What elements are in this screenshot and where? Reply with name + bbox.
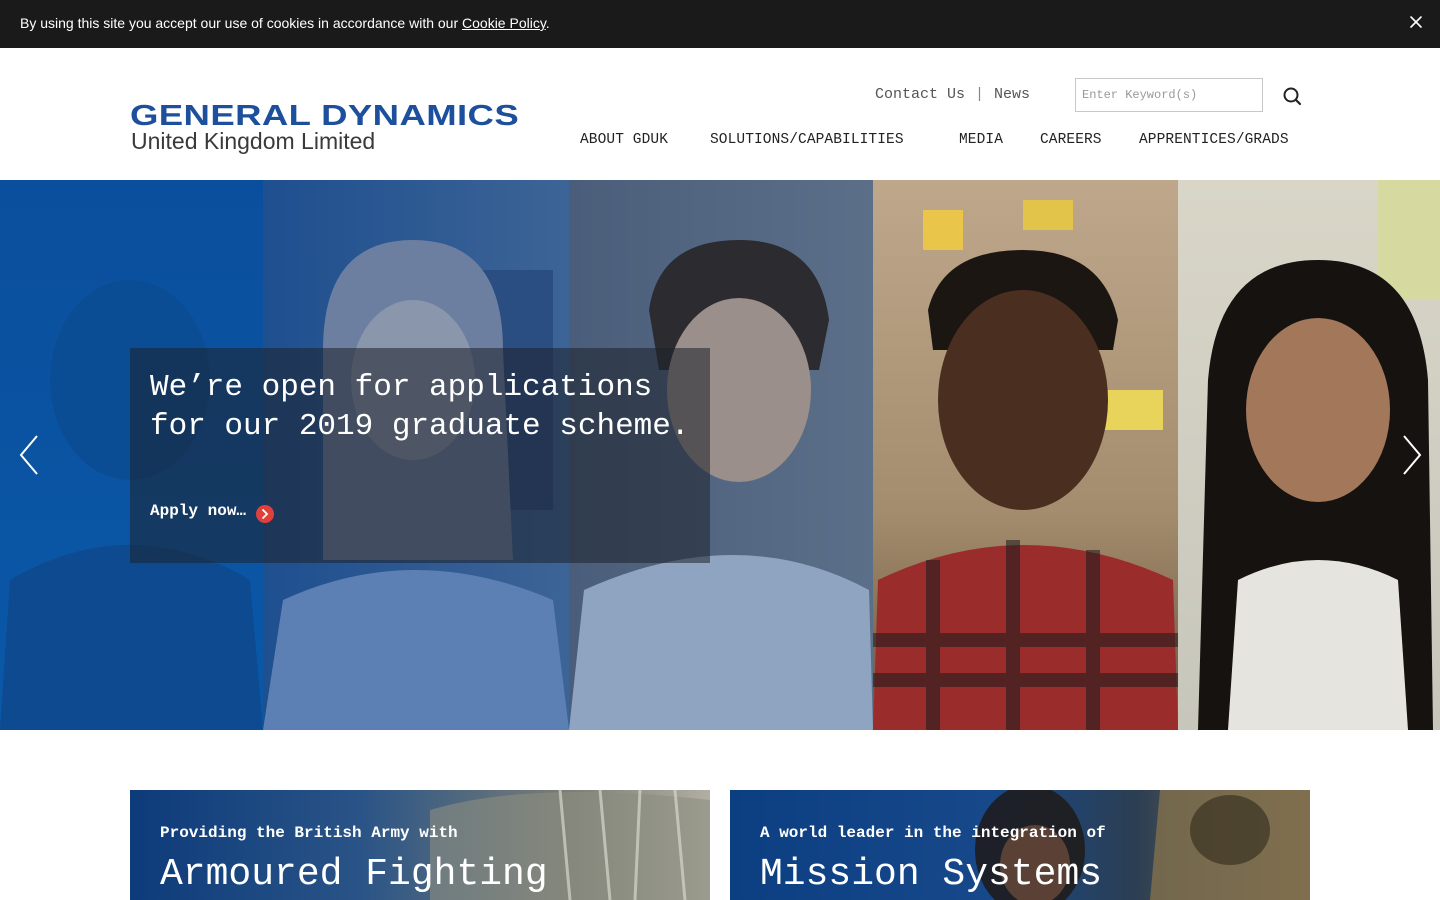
card-kicker: Providing the British Army with (160, 824, 458, 842)
nav-item-solutions-capabilities[interactable]: SOLUTIONS/CAPABILITIES (710, 132, 904, 148)
feature-card-mission-systems[interactable]: A world leader in the integration of Mis… (730, 790, 1310, 900)
card-kicker: A world leader in the integration of (760, 824, 1106, 842)
utility-nav: Contact Us | News (875, 86, 1030, 103)
search-icon[interactable] (1280, 84, 1304, 108)
chevron-right-icon[interactable] (1396, 434, 1426, 476)
nav-item-apprentices-grads[interactable]: APPRENTICES/GRADS (1139, 132, 1289, 148)
chevron-left-icon[interactable] (15, 434, 45, 476)
feature-card-armoured-fighting[interactable]: Providing the British Army with Armoured… (130, 790, 710, 900)
card-title: Mission Systems (760, 853, 1103, 896)
arrow-right-circle-icon[interactable] (256, 505, 274, 523)
hero-heading: We’re open for applications for our 2019… (150, 370, 690, 444)
nav-item-media[interactable]: MEDIA (959, 132, 1003, 148)
nav-item-careers[interactable]: CAREERS (1040, 132, 1102, 148)
hero-carousel: We’re open for applications for our 2019… (0, 180, 1440, 730)
cookie-trailing: . (545, 15, 550, 31)
company-logo[interactable]: GENERAL DYNAMICS United Kingdom Limited (130, 100, 540, 155)
nav-item-about-gduk[interactable]: ABOUT GDUK (580, 132, 668, 148)
hero-caption: We’re open for applications for our 2019… (130, 348, 710, 563)
apply-now-link[interactable]: Apply now… (150, 502, 246, 520)
card-title: Armoured Fighting (160, 853, 548, 896)
search-input[interactable] (1075, 78, 1263, 112)
cookie-text: By using this site you accept our use of… (20, 15, 463, 31)
hero-photo-panel (873, 180, 1178, 730)
site-header: GENERAL DYNAMICS United Kingdom Limited … (0, 48, 1440, 180)
cookie-banner: By using this site you accept our use of… (0, 0, 1440, 48)
utility-separator: | (975, 86, 985, 103)
news-link[interactable]: News (994, 86, 1030, 103)
close-icon[interactable] (1404, 10, 1428, 34)
contact-us-link[interactable]: Contact Us (875, 86, 965, 103)
logo-title: GENERAL DYNAMICS (130, 100, 520, 132)
cookie-message: By using this site you accept our use of… (20, 15, 550, 31)
cookie-policy-link[interactable]: Cookie Policy (462, 15, 546, 31)
logo-subtitle: United Kingdom Limited (131, 128, 376, 154)
